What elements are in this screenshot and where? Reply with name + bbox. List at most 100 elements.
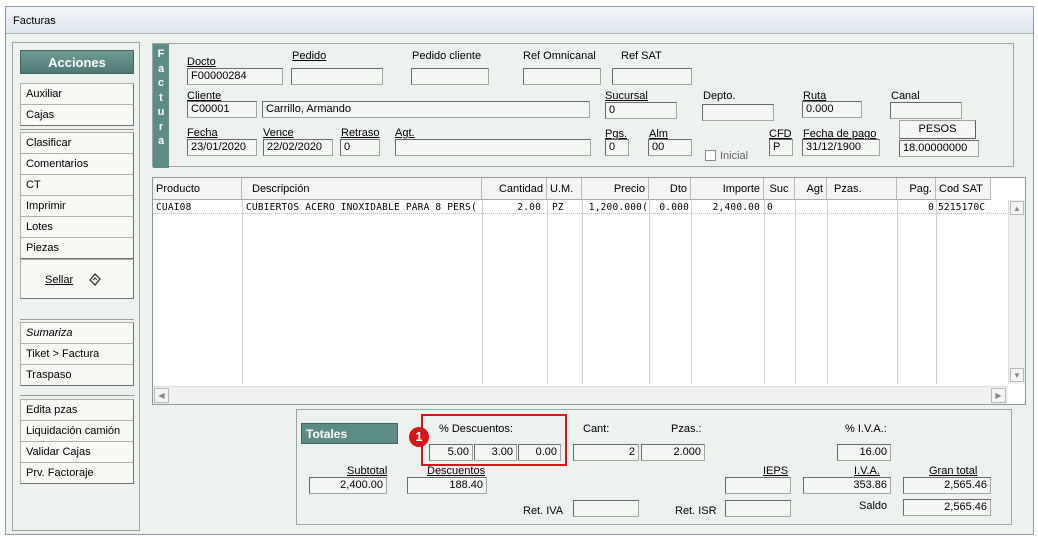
descuento-2-field[interactable]: 3.00 (474, 444, 517, 461)
descuento-1-field[interactable]: 5.00 (429, 444, 473, 461)
traspaso-button[interactable]: Traspaso (20, 364, 134, 386)
col-divider (764, 200, 765, 384)
cajas-button[interactable]: Cajas (20, 104, 134, 126)
sumariza-button[interactable]: Sumariza (20, 322, 134, 344)
ref-sat-field[interactable] (612, 68, 692, 85)
cell-cod-sat: 5215170C (938, 202, 986, 213)
pzas-field[interactable]: 2.000 (641, 444, 705, 461)
pgs-field[interactable]: 0 (605, 139, 629, 156)
fecha-pago-field[interactable]: 31/12/1900 (802, 139, 880, 156)
col-dto[interactable]: Dto (649, 178, 691, 200)
alm-field[interactable]: 00 (648, 139, 692, 156)
col-importe[interactable]: Importe (691, 178, 764, 200)
iva-pct-label: % I.V.A.: (845, 423, 887, 435)
col-suc[interactable]: Suc (764, 178, 795, 200)
cfd-field[interactable]: P (769, 139, 793, 156)
tipo-cambio-field[interactable]: 18.00000000 (899, 140, 979, 157)
descuentos-pct-label: % Descuentos: (439, 423, 513, 435)
col-um[interactable]: U.M. (547, 178, 582, 200)
cell-producto: CUAI08 (156, 202, 192, 213)
gran-total-label: Gran total (929, 465, 978, 477)
col-precio[interactable]: Precio (582, 178, 649, 200)
sellar-button[interactable]: Sellar (20, 259, 134, 299)
descuentos-total-field[interactable]: 188.40 (407, 477, 487, 494)
descuento-3-field[interactable]: 0.00 (518, 444, 561, 461)
col-pzas[interactable]: Pzas. (827, 178, 897, 200)
piezas-button[interactable]: Piezas (20, 237, 134, 259)
side-letter: a (157, 62, 165, 75)
cant-field[interactable]: 2 (573, 444, 639, 461)
depto-label: Depto. (703, 90, 736, 102)
ret-isr-field[interactable] (725, 500, 791, 517)
col-producto[interactable]: Producto (153, 178, 242, 200)
col-divider (827, 200, 828, 384)
sellar-label: Sellar (45, 274, 74, 286)
docto-label: Docto (187, 56, 216, 68)
col-divider (242, 200, 243, 384)
col-cod-sat[interactable]: Cod SAT (936, 178, 991, 200)
validar-cajas-button[interactable]: Validar Cajas (20, 441, 134, 463)
cliente-name-field[interactable]: Carrillo, Armando (262, 101, 590, 118)
iva-field[interactable]: 353.86 (803, 477, 891, 494)
col-divider (649, 200, 650, 384)
canal-field[interactable] (890, 102, 962, 119)
col-agt[interactable]: Agt (795, 178, 827, 200)
col-cantidad[interactable]: Cantidad (482, 178, 547, 200)
inicial-checkbox[interactable] (705, 150, 716, 161)
col-divider (691, 200, 692, 384)
cell-suc: 0 (767, 202, 773, 213)
ieps-field[interactable] (725, 477, 791, 494)
agt-label: Agt. (395, 127, 415, 139)
iva-pct-field[interactable]: 16.00 (837, 444, 891, 461)
docto-field[interactable]: F00000284 (187, 68, 283, 85)
clasificar-button[interactable]: Clasificar (20, 132, 134, 154)
tiket-factura-button[interactable]: Tiket > Factura (20, 343, 134, 365)
agt-field[interactable] (395, 139, 591, 156)
auxiliar-button[interactable]: Auxiliar (20, 83, 134, 105)
pedido-cliente-field[interactable] (411, 68, 489, 85)
pedido-label: Pedido (292, 50, 327, 62)
canal-label: Canal (891, 90, 920, 102)
totales-panel: Totales 1 % Descuentos: 5.00 3.00 0.00 C… (296, 409, 1012, 525)
subtotal-label: Subtotal (347, 465, 388, 477)
scroll-down-arrow-icon[interactable]: ▼ (1010, 368, 1024, 382)
cant-label: Cant: (583, 423, 610, 435)
edita-pzas-button[interactable]: Edita pzas (20, 399, 134, 421)
liquidacion-camion-button[interactable]: Liquidación camión (20, 420, 134, 442)
lotes-button[interactable]: Lotes (20, 216, 134, 238)
scroll-up-arrow-icon[interactable]: ▲ (1010, 201, 1024, 215)
ruta-field[interactable]: 0.000 (802, 101, 862, 118)
prv-factoraje-button[interactable]: Prv. Factoraje (20, 462, 134, 484)
col-divider (582, 200, 583, 384)
ret-iva-field[interactable] (573, 500, 639, 517)
horizontal-scrollbar[interactable]: ◀ ▶ (153, 386, 1008, 404)
pesos-button[interactable]: PESOS (899, 120, 976, 139)
side-letter: t (159, 91, 163, 104)
ref-omnicanal-field[interactable] (523, 68, 601, 85)
pedido-field[interactable] (291, 68, 383, 85)
cliente-code-field[interactable]: C00001 (187, 101, 257, 118)
acciones-header: Acciones (20, 50, 134, 74)
col-descripcion[interactable]: Descripción (242, 178, 482, 200)
vence-field[interactable]: 22/02/2020 (263, 139, 333, 156)
facturas-window: Facturas Acciones Auxiliar Cajas Clasifi… (5, 6, 1034, 535)
saldo-field[interactable]: 2,565.46 (903, 499, 991, 516)
ref-omnicanal-label: Ref Omnicanal (523, 50, 596, 62)
products-grid[interactable]: Producto Descripción Cantidad U.M. Preci… (152, 177, 1026, 405)
comentarios-button[interactable]: Comentarios (20, 153, 134, 175)
col-divider (897, 200, 898, 384)
vertical-scrollbar[interactable]: ▲ ▼ (1008, 200, 1025, 384)
fecha-field[interactable]: 23/01/2020 (187, 139, 257, 156)
separator (20, 319, 134, 320)
subtotal-field[interactable]: 2,400.00 (309, 477, 387, 494)
depto-field[interactable] (702, 104, 774, 121)
imprimir-button[interactable]: Imprimir (20, 195, 134, 217)
col-pag[interactable]: Pag. (897, 178, 936, 200)
scroll-right-arrow-icon[interactable]: ▶ (991, 388, 1006, 403)
side-letter: a (157, 135, 165, 147)
scroll-left-arrow-icon[interactable]: ◀ (154, 388, 169, 403)
gran-total-field[interactable]: 2,565.46 (903, 477, 991, 494)
retraso-field[interactable]: 0 (340, 139, 380, 156)
ct-button[interactable]: CT (20, 174, 134, 196)
sucursal-field[interactable]: 0 (605, 102, 677, 119)
